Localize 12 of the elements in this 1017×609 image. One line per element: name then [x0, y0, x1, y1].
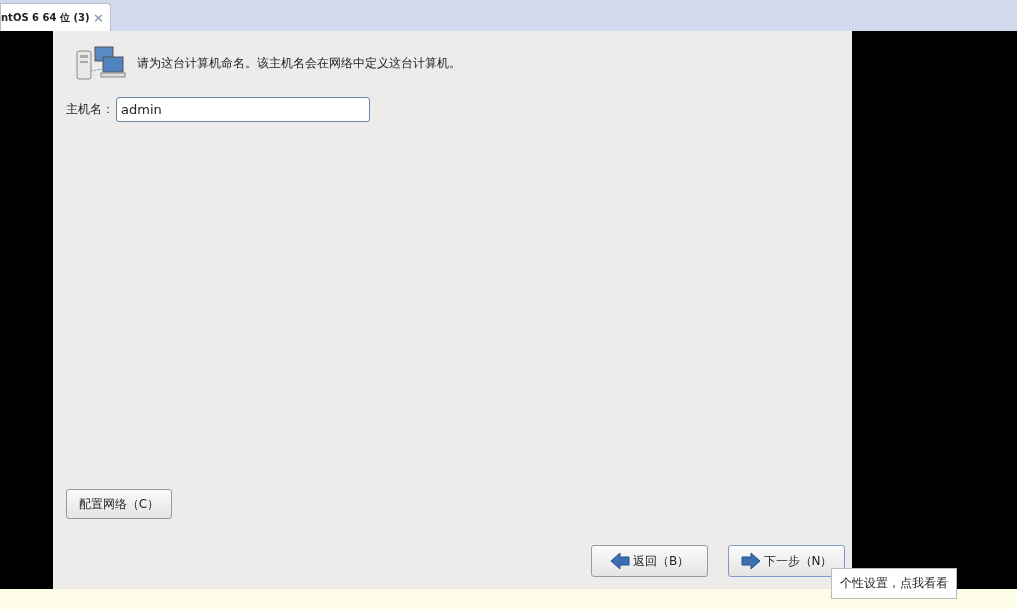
tooltip: 个性设置，点我看看: [831, 568, 957, 599]
prompt-text: 请为这台计算机命名。该主机名会在网络中定义这台计算机。: [137, 54, 461, 72]
computers-icon: [75, 45, 127, 81]
next-button[interactable]: 下一步（N）: [728, 545, 845, 577]
tab-title: ntOS 6 64 位 (3): [1, 10, 90, 25]
hostname-field[interactable]: admin: [116, 97, 370, 122]
vm-tab[interactable]: ntOS 6 64 位 (3) ×: [0, 3, 111, 31]
configure-network-button[interactable]: 配置网络（C）: [66, 489, 172, 519]
left-arrow-icon: [609, 552, 630, 570]
back-button[interactable]: 返回（B）: [591, 545, 708, 577]
hostname-label: 主机名：: [66, 101, 114, 118]
right-arrow-icon: [740, 552, 761, 570]
